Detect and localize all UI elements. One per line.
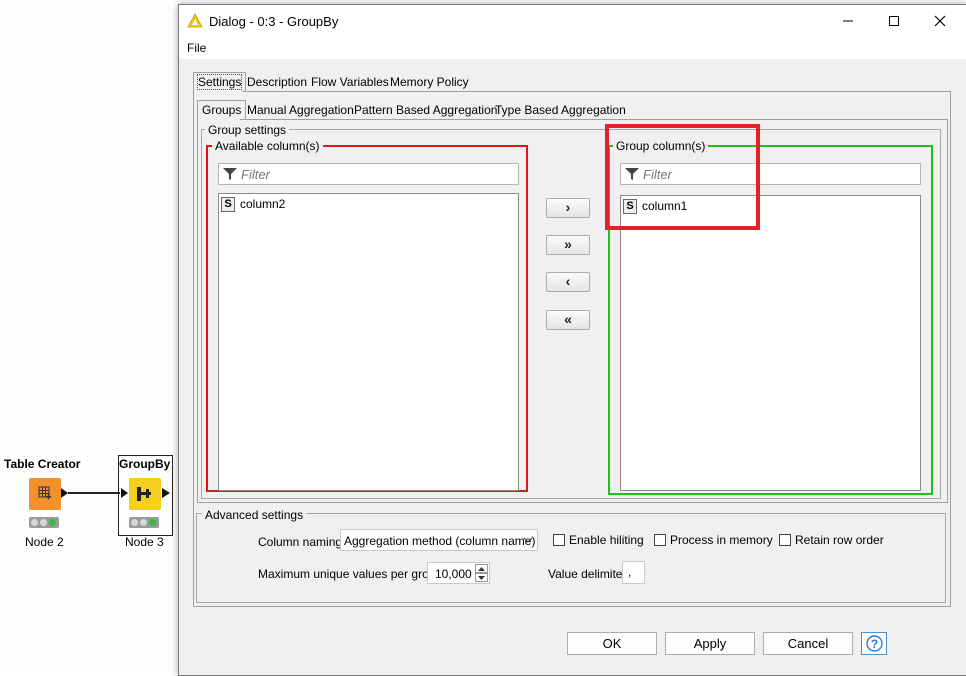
enable-hiliting-checkbox[interactable]	[553, 534, 565, 546]
output-port-icon[interactable]	[162, 488, 170, 498]
table-creator-node-icon[interactable]	[29, 478, 61, 510]
column-naming-label: Column naming:	[258, 535, 346, 549]
column-name: column2	[240, 197, 286, 211]
remove-button[interactable]: ‹	[546, 272, 590, 292]
subtab-groups[interactable]: Groups	[197, 100, 247, 119]
process-in-memory-checkbox[interactable]	[654, 534, 666, 546]
node-title-table-creator: Table Creator	[4, 457, 81, 471]
available-filter-input[interactable]: Filter	[218, 163, 519, 185]
status-lights-node2	[29, 517, 59, 528]
node-title-groupby: GroupBy	[119, 457, 171, 471]
enable-hiliting-label: Enable hiliting	[569, 533, 644, 547]
node-label-node2: Node 2	[25, 535, 64, 549]
tab-settings-label: Settings	[196, 74, 243, 90]
close-icon	[934, 15, 946, 27]
subtab-type-based-aggregation[interactable]: Type Based Aggregation	[491, 101, 630, 119]
output-port-icon[interactable]	[61, 488, 68, 498]
column-naming-value: Aggregation method (column name)	[344, 534, 536, 548]
available-filter-placeholder: Filter	[241, 167, 270, 182]
help-icon: ?	[866, 635, 883, 652]
maximize-icon	[889, 16, 899, 26]
max-unique-spinner[interactable]: 10,000	[427, 562, 490, 584]
spinner-up-button[interactable]	[475, 564, 488, 573]
menu-bar: File	[179, 37, 966, 59]
value-delimiter-value: ,	[628, 565, 632, 579]
menu-file[interactable]: File	[187, 41, 206, 55]
chevron-down-icon	[523, 537, 533, 543]
node-label-node3: Node 3	[125, 535, 164, 549]
add-all-button[interactable]: »	[546, 235, 590, 255]
retain-row-order-checkbox[interactable]	[779, 534, 791, 546]
add-button[interactable]: ›	[546, 198, 590, 218]
tab-description[interactable]: Description	[243, 73, 311, 91]
retain-row-order-label: Retain row order	[795, 533, 884, 547]
active-tab-connector	[194, 90, 242, 92]
help-icon-glyph: ?	[871, 637, 878, 651]
max-unique-label: Maximum unique values per group	[258, 567, 443, 581]
tab-flow-variables[interactable]: Flow Variables	[307, 73, 393, 91]
max-unique-value: 10,000	[435, 567, 472, 581]
group-settings-legend: Group settings	[205, 123, 290, 137]
subtab-manual-aggregation[interactable]: Manual Aggregation	[243, 101, 358, 119]
ok-button[interactable]: OK	[567, 632, 657, 655]
list-item[interactable]: S column2	[221, 196, 285, 212]
advanced-settings-panel	[196, 513, 946, 603]
tab-settings[interactable]: Settings	[193, 72, 247, 91]
column-naming-select[interactable]: Aggregation method (column name)	[340, 529, 538, 551]
status-lights-node3	[129, 517, 159, 528]
string-type-icon: S	[221, 196, 235, 212]
available-columns-list[interactable]: S column2	[218, 193, 519, 491]
minimize-button[interactable]	[825, 5, 871, 37]
filter-icon	[223, 168, 237, 180]
advanced-settings-legend: Advanced settings	[202, 508, 307, 522]
value-delimiter-input[interactable]: ,	[622, 561, 645, 584]
subtab-pattern-based-aggregation[interactable]: Pattern Based Aggregation	[350, 101, 501, 119]
active-subtab-connector	[198, 118, 240, 120]
cancel-button[interactable]: Cancel	[763, 632, 853, 655]
knime-warning-icon	[187, 13, 203, 28]
spinner-down-button[interactable]	[475, 573, 488, 582]
title-bar[interactable]: Dialog - 0:3 - GroupBy	[179, 5, 966, 37]
available-columns-legend: Available column(s)	[212, 139, 323, 153]
groupby-node-icon[interactable]	[129, 478, 161, 510]
minimize-icon	[843, 20, 853, 22]
apply-button[interactable]: Apply	[665, 632, 755, 655]
close-button[interactable]	[917, 5, 963, 37]
remove-all-button[interactable]: «	[546, 310, 590, 330]
connection-line	[68, 492, 120, 494]
input-port-icon[interactable]	[121, 488, 128, 498]
chevron-down-icon	[478, 576, 485, 580]
tab-memory-policy[interactable]: Memory Policy	[386, 73, 473, 91]
maximize-button[interactable]	[871, 5, 917, 37]
chevron-up-icon	[478, 567, 485, 571]
help-button[interactable]: ?	[861, 632, 887, 655]
highlight-annotation-box	[605, 124, 760, 230]
group-columns-list[interactable]: S column1	[620, 195, 921, 491]
dialog-title: Dialog - 0:3 - GroupBy	[209, 14, 339, 29]
process-in-memory-label: Process in memory	[670, 533, 773, 547]
groupby-dialog: Dialog - 0:3 - GroupBy File Settings Des…	[178, 4, 966, 676]
value-delimiter-label: Value delimiter	[548, 567, 627, 581]
